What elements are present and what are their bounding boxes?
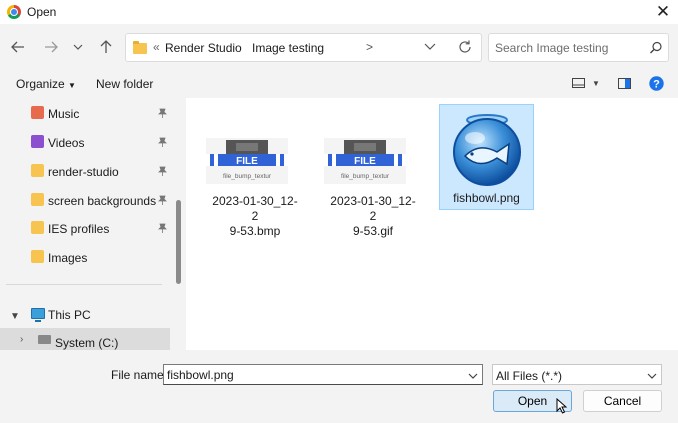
file-item-gif[interactable]: FILE file_bump_textur 2023-01-30_12-2 9-… — [318, 98, 416, 238]
music-folder-icon — [31, 106, 44, 119]
breadcrumb-render-studio[interactable]: Render Studio — [165, 41, 242, 55]
thumbnail-caption: file_bump_textur — [341, 173, 390, 180]
title-bar: Open ✕ — [0, 0, 678, 24]
pin-icon[interactable] — [158, 137, 167, 147]
file-name-input[interactable] — [167, 367, 457, 383]
computer-icon — [31, 308, 45, 322]
forward-arrow-icon[interactable] — [41, 36, 61, 58]
bmp-thumbnail-icon: FILE file_bump_textur — [206, 138, 288, 184]
sidebar-item-images[interactable]: Images — [0, 244, 170, 270]
pin-icon[interactable] — [158, 195, 167, 205]
fishbowl-icon — [453, 114, 521, 186]
caret-down-icon: ▼ — [68, 81, 76, 90]
chrome-app-icon — [7, 5, 21, 19]
help-icon[interactable]: ? — [649, 76, 664, 94]
file-name-dropdown-icon[interactable] — [468, 369, 478, 383]
file-name: 2023-01-30_12-2 9-53.gif — [327, 194, 419, 239]
view-options-icon[interactable] — [572, 78, 585, 92]
pin-icon[interactable] — [158, 108, 167, 118]
sidebar-item-label: render-studio — [48, 165, 119, 179]
videos-folder-icon — [31, 135, 44, 148]
search-input[interactable] — [495, 39, 645, 57]
file-item-bmp[interactable]: FILE file_bump_textur 2023-01-30_12-2 9-… — [200, 98, 298, 238]
collapse-chevron-icon[interactable]: › — [20, 334, 23, 345]
close-icon[interactable]: ✕ — [648, 0, 678, 24]
drive-icon — [38, 335, 51, 344]
address-collapse-marker[interactable]: « — [153, 40, 160, 54]
file-type-select[interactable]: All Files (*.*) — [492, 364, 662, 385]
view-options-caret-icon[interactable]: ▼ — [592, 79, 600, 88]
breadcrumb-separator[interactable]: > — [366, 40, 373, 54]
recent-locations-chevron-icon[interactable] — [68, 36, 88, 58]
file-item-fishbowl[interactable]: fishbowl.png — [439, 104, 534, 210]
up-arrow-icon[interactable] — [96, 36, 116, 58]
folder-icon — [31, 164, 44, 177]
breadcrumb-image-testing[interactable]: Image testing — [252, 41, 324, 55]
new-folder-button[interactable]: New folder — [96, 77, 153, 91]
sidebar-item-music[interactable]: Music — [0, 100, 170, 126]
thumbnail-file-text: FILE — [354, 156, 376, 167]
organize-label: Organize — [16, 77, 65, 91]
sidebar-item-label: Videos — [48, 136, 85, 150]
navigation-pane: Music Videos render-studio screen backgr… — [0, 98, 186, 350]
refresh-icon[interactable] — [457, 39, 473, 55]
file-name-combobox[interactable] — [163, 364, 483, 385]
address-bar[interactable]: « Render Studio > Image testing — [125, 33, 482, 62]
file-name-line: 9-53.bmp — [229, 224, 281, 238]
thumbnail-file-text: FILE — [236, 156, 258, 167]
navigation-bar: « Render Studio > Image testing — [0, 24, 678, 70]
sidebar-item-label: This PC — [48, 308, 91, 322]
file-list: FILE file_bump_textur 2023-01-30_12-2 9-… — [186, 98, 678, 350]
pin-icon[interactable] — [158, 223, 167, 233]
file-name: 2023-01-30_12-2 9-53.bmp — [209, 194, 301, 239]
address-history-chevron-icon[interactable] — [423, 38, 439, 54]
search-icon[interactable] — [649, 41, 663, 55]
mouse-cursor-icon — [556, 398, 567, 414]
command-toolbar: Organize ▼ New folder ▼ ? — [0, 70, 678, 98]
sidebar-scrollbar[interactable] — [174, 98, 182, 350]
file-type-dropdown-icon[interactable] — [647, 369, 657, 383]
sidebar-item-label: Images — [48, 251, 88, 265]
sidebar-item-system-drive[interactable]: › System (C:) — [0, 328, 170, 350]
file-type-value: All Files (*.*) — [496, 369, 563, 383]
file-name-label: File name: — [111, 368, 168, 382]
file-name-line: 2023-01-30_12-2 — [212, 194, 298, 223]
sidebar-item-render-studio[interactable]: render-studio — [0, 158, 170, 184]
sidebar-divider — [6, 284, 162, 285]
search-box[interactable] — [488, 33, 669, 62]
help-label: ? — [653, 78, 660, 90]
dialog-footer: File name: All Files (*.*) Open Cancel — [0, 350, 678, 423]
window-title: Open — [27, 5, 57, 19]
expand-chevron-icon[interactable]: ▼ — [10, 311, 20, 322]
gif-thumbnail-icon: FILE file_bump_textur — [324, 138, 406, 184]
scrollbar-thumb[interactable] — [176, 200, 181, 284]
file-name-line: 9-53.gif — [352, 224, 394, 238]
back-arrow-icon[interactable] — [8, 36, 28, 58]
sidebar-item-label: IES profiles — [48, 222, 110, 236]
file-name: fishbowl.png — [453, 191, 520, 205]
sidebar-item-ies-profiles[interactable]: IES profiles — [0, 215, 170, 241]
sidebar-item-videos[interactable]: Videos — [0, 129, 170, 155]
preview-pane-icon[interactable] — [618, 78, 631, 92]
thumbnail-caption: file_bump_textur — [223, 173, 272, 180]
folder-icon — [31, 193, 44, 206]
sidebar-item-label: Music — [48, 107, 80, 121]
sidebar-item-label: screen backgrounds — [48, 194, 157, 208]
sidebar-item-screen-backgrounds[interactable]: screen backgrounds — [0, 187, 170, 213]
pin-icon[interactable] — [158, 166, 167, 176]
organize-button[interactable]: Organize ▼ — [16, 77, 76, 91]
file-name-line: 2023-01-30_12-2 — [330, 194, 416, 223]
cancel-button[interactable]: Cancel — [583, 390, 662, 412]
folder-icon — [31, 221, 44, 234]
folder-icon — [31, 250, 44, 263]
folder-icon — [133, 41, 147, 54]
sidebar-item-label: System (C:) — [55, 336, 119, 350]
